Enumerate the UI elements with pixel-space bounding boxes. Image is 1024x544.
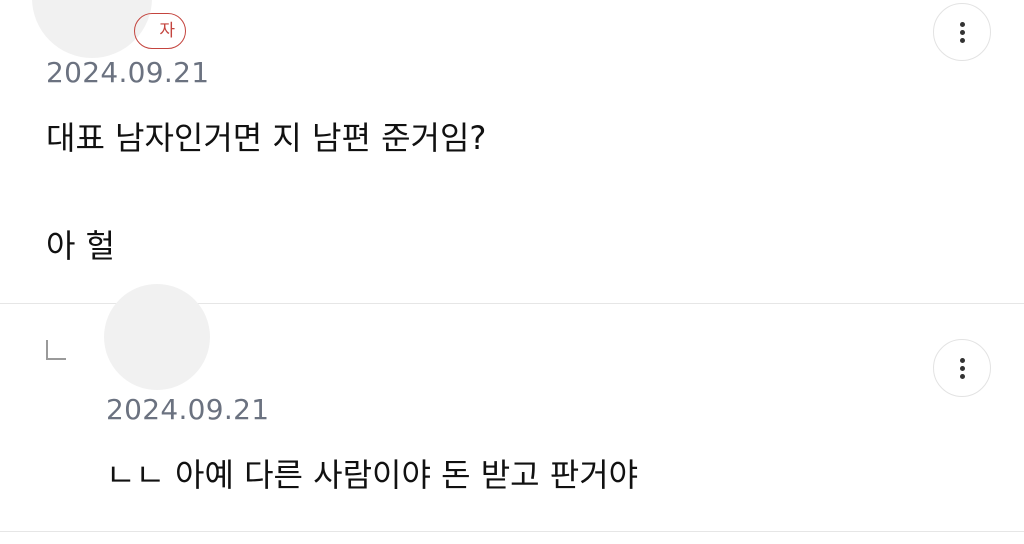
- comment-date: 2024.09.21: [106, 393, 270, 426]
- more-vertical-icon: [960, 22, 965, 44]
- reply-arrow-icon: [46, 340, 66, 360]
- more-vertical-icon: [960, 358, 965, 380]
- author-badge: 자: [134, 13, 186, 49]
- avatar[interactable]: [104, 284, 210, 390]
- more-options-button[interactable]: [933, 339, 991, 397]
- divider: [0, 531, 1024, 532]
- comment-text: 아 헐: [46, 227, 116, 265]
- comment: 자 2024.09.21 대표 남자인거면 지 남편 준거임? 아 헐: [0, 0, 1024, 304]
- more-options-button[interactable]: [933, 3, 991, 61]
- comment-text: 대표 남자인거면 지 남편 준거임?: [46, 119, 487, 157]
- comment-text: ㄴㄴ 아예 다른 사람이야 돈 받고 판거야: [106, 456, 639, 494]
- comment-date: 2024.09.21: [46, 56, 210, 89]
